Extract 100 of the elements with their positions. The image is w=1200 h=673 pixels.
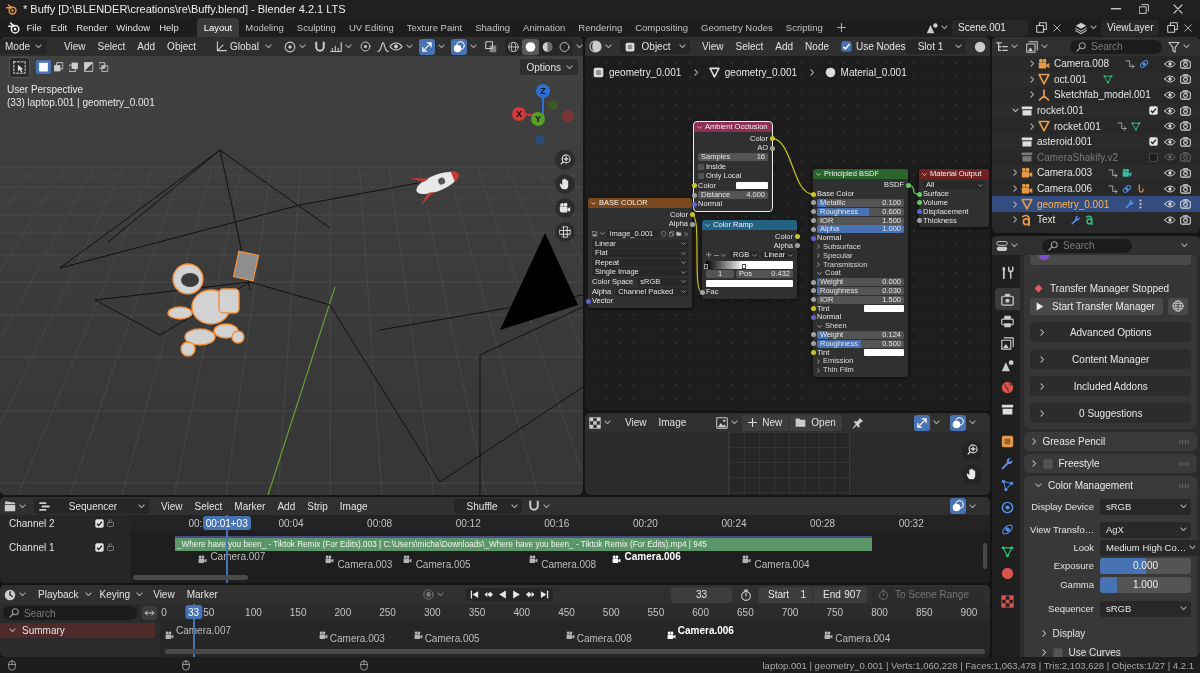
menu-item[interactable]: Select <box>91 38 132 55</box>
movie-camera-icon[interactable] <box>555 198 575 218</box>
socket-icon[interactable] <box>810 209 816 215</box>
properties-tab[interactable] <box>995 288 1020 310</box>
caret-icon[interactable] <box>605 44 612 49</box>
caret-icon[interactable] <box>969 420 976 425</box>
color-swatch-icon[interactable] <box>735 182 768 190</box>
layers-icon[interactable] <box>1075 21 1087 34</box>
caret-icon[interactable] <box>437 44 445 49</box>
workspace-tab[interactable]: Shading <box>468 18 517 37</box>
end-frame-field[interactable]: End 907 <box>813 586 867 603</box>
keyframe-back-icon[interactable] <box>484 590 493 599</box>
workspace-tab[interactable]: UV Editing <box>342 18 401 37</box>
checkbox[interactable] <box>1149 137 1158 147</box>
workspace-tab[interactable]: Animation <box>516 18 572 37</box>
menu-item[interactable]: Help <box>154 19 184 36</box>
menu-item[interactable]: View <box>696 38 730 55</box>
menu-item[interactable]: Marker <box>180 586 224 603</box>
step-arrow-icon[interactable] <box>1116 121 1127 132</box>
socket-icon[interactable] <box>905 182 911 188</box>
hook-icon[interactable] <box>1136 183 1147 194</box>
checkbox[interactable] <box>95 518 104 528</box>
chevron-icon[interactable] <box>1012 216 1018 224</box>
menu-item[interactable]: View <box>58 38 92 55</box>
playhead-time[interactable]: 00:01+03 <box>202 516 251 530</box>
wrench-icon[interactable] <box>1071 214 1082 225</box>
menu-item[interactable]: Image <box>652 414 693 431</box>
chevron-icon[interactable] <box>1011 108 1019 113</box>
subpanel-header[interactable]: Included Addons <box>1030 376 1191 396</box>
plus-icon[interactable] <box>706 252 712 258</box>
caret-icon[interactable] <box>437 592 444 597</box>
camera-marker-icon[interactable] <box>402 555 414 564</box>
slot-dropdown[interactable]: Slot 1 <box>906 39 966 54</box>
socket-icon[interactable] <box>916 218 922 224</box>
outliner-item[interactable]: Text <box>992 211 1200 228</box>
workspace-tab[interactable]: Sculpting <box>290 18 343 37</box>
dropdown[interactable]: sRGB <box>1100 600 1191 617</box>
minimize-icon[interactable] <box>1111 8 1121 10</box>
caret-icon[interactable] <box>344 44 352 49</box>
overlapping-squares-icon[interactable] <box>482 38 499 55</box>
subpanel-header[interactable]: Display <box>1030 624 1191 643</box>
zoom-icon[interactable] <box>555 150 575 170</box>
search-field[interactable]: Search <box>1070 39 1162 54</box>
menu-item[interactable]: View <box>147 586 181 603</box>
socket-icon[interactable] <box>699 289 705 295</box>
caret-icon[interactable] <box>1011 44 1018 49</box>
caret-icon[interactable] <box>941 25 948 30</box>
marker-icon[interactable] <box>704 264 708 269</box>
checkbox[interactable] <box>95 542 104 552</box>
color-swatch-icon[interactable] <box>864 305 904 313</box>
socket-icon[interactable] <box>691 192 697 198</box>
menu-item[interactable]: Add <box>271 498 302 514</box>
view-layer-name-field[interactable]: ViewLayer <box>1101 19 1159 36</box>
options-dropdown[interactable]: Options <box>519 59 578 75</box>
socket-icon[interactable] <box>810 279 816 285</box>
skip-start-icon[interactable] <box>470 590 479 599</box>
orbit-icon[interactable] <box>1122 183 1133 194</box>
marker-icon[interactable] <box>741 264 746 269</box>
workspace-tab[interactable]: Scripting <box>779 18 830 37</box>
tree-list-icon[interactable] <box>996 40 1008 53</box>
socket-icon[interactable] <box>810 288 816 294</box>
close-icon[interactable] <box>1173 4 1183 14</box>
shader-node[interactable] <box>813 169 908 377</box>
step-arrow-icon[interactable] <box>1108 167 1119 178</box>
camera-marker-icon[interactable] <box>164 631 175 640</box>
grip-icon[interactable] <box>1179 483 1189 488</box>
subpanel-header[interactable]: 0 Suggestions <box>1030 403 1191 423</box>
object-type-dropdown[interactable]: Object <box>620 39 690 54</box>
menu-item[interactable]: Render <box>71 19 112 36</box>
socket-icon[interactable] <box>810 218 816 224</box>
menu-dropdown[interactable]: Playback <box>34 587 96 602</box>
menu-item[interactable]: Node <box>799 38 835 55</box>
caret-icon[interactable] <box>599 232 605 236</box>
panel-header[interactable]: Color Management <box>1024 476 1197 495</box>
subpanel-header[interactable]: Advanced Options <box>1030 322 1191 342</box>
socket-icon[interactable] <box>691 201 697 207</box>
select-box-icon[interactable] <box>9 56 30 78</box>
blender-logo-icon[interactable] <box>8 21 20 34</box>
chevron-icon[interactable] <box>1029 75 1035 83</box>
grip-icon[interactable] <box>1179 461 1189 466</box>
hand-icon[interactable] <box>962 464 982 484</box>
dots-icon[interactable] <box>1139 199 1143 210</box>
arrows-icon[interactable] <box>914 414 930 431</box>
overlapping-circles-icon[interactable] <box>450 38 467 55</box>
ticks-icon[interactable] <box>329 40 342 53</box>
target-icon[interactable] <box>359 41 371 52</box>
color-swatch-icon[interactable] <box>706 279 793 287</box>
funnel-icon[interactable] <box>1168 40 1180 53</box>
value-slider[interactable]: 1.000 <box>1100 576 1191 593</box>
ring-icon[interactable] <box>589 40 602 53</box>
square-minus-icon[interactable] <box>66 60 81 74</box>
caret-icon[interactable] <box>19 592 26 597</box>
socket-icon[interactable] <box>916 191 922 197</box>
sequencer-timeline[interactable] <box>130 515 990 583</box>
copy-icon[interactable] <box>1167 22 1178 33</box>
image-stack-icon[interactable] <box>1026 40 1038 53</box>
menu-item[interactable]: Edit <box>46 19 72 36</box>
workspace-tab[interactable]: Layout <box>197 18 239 37</box>
socket-icon[interactable] <box>769 136 775 142</box>
checkbox[interactable] <box>1042 458 1053 469</box>
